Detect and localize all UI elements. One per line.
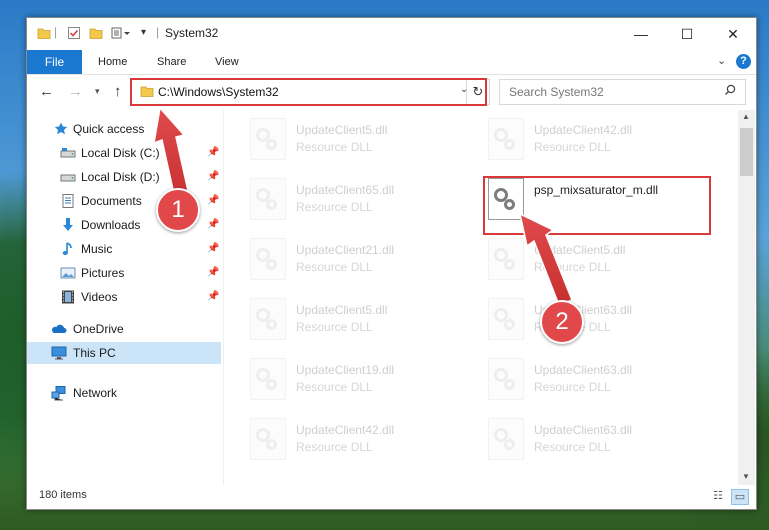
annotation-arrows — [153, 106, 573, 306]
step-badge-2: 2 — [540, 300, 584, 344]
arrow-2-icon — [518, 212, 573, 306]
step-badge-1: 1 — [156, 188, 200, 232]
